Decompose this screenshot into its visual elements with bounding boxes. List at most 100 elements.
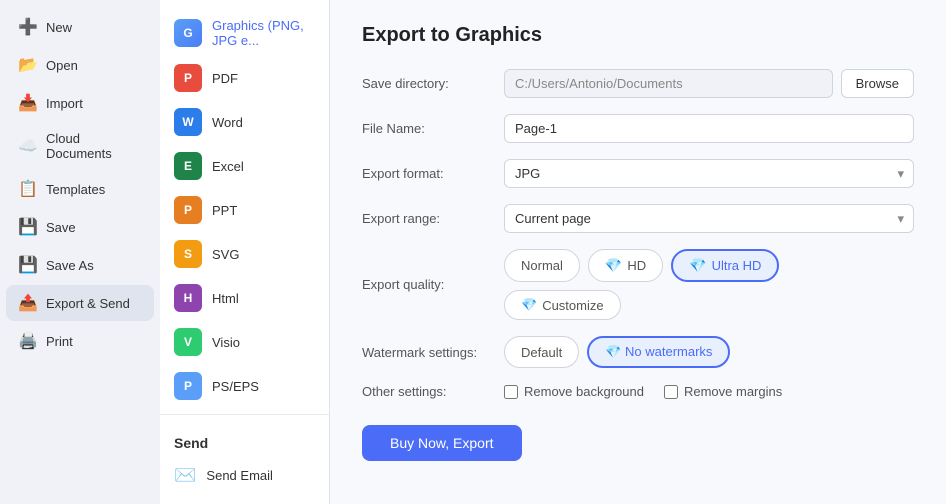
send-section-header: Send [160,421,329,457]
sidebar-item-print[interactable]: 🖨️ Print [6,323,154,359]
customize-button[interactable]: 💎 Customize [504,290,621,320]
quality-buttons: Normal 💎 HD 💎 Ultra HD [504,249,779,282]
format-item-ppt[interactable]: P PPT [160,188,329,232]
export-quality-label: Export quality: [362,277,492,292]
sidebar-label-print: Print [46,334,73,349]
file-name-label: File Name: [362,121,492,136]
email-icon: ✉️ [174,465,196,486]
ppt-format-icon: P [174,196,202,224]
cloud-icon: ☁️ [18,136,38,156]
customize-gem-icon: 💎 [521,297,537,313]
export-format-select[interactable]: JPG PNG BMP TIFF [504,159,914,188]
file-name-row: File Name: [362,114,914,143]
format-item-excel[interactable]: E Excel [160,144,329,188]
watermark-none-label: No watermarks [625,344,712,359]
file-name-input[interactable] [504,114,914,143]
sidebar-item-import[interactable]: 📥 Import [6,85,154,121]
buy-btn-container: Buy Now, Export [362,415,914,461]
hd-gem-icon: 💎 [605,257,622,274]
sidebar-label-saveas: Save As [46,258,94,273]
format-item-graphics[interactable]: G Graphics (PNG, JPG e... [160,10,329,56]
open-icon: 📂 [18,55,38,75]
sidebar-item-templates[interactable]: 📋 Templates [6,171,154,207]
watermark-row: Watermark settings: Default 💎 No waterma… [362,336,914,368]
save-directory-controls: Browse [504,69,914,98]
sidebar: ➕ New 📂 Open 📥 Import ☁️ Cloud Documents… [0,0,160,504]
visio-format-icon: V [174,328,202,356]
ultrahd-gem-icon: 💎 [689,257,706,274]
format-item-svg[interactable]: S SVG [160,232,329,276]
quality-ultrahd-button[interactable]: 💎 Ultra HD [671,249,779,282]
sidebar-label-templates: Templates [46,182,105,197]
ppt-label: PPT [212,203,237,218]
export-range-row: Export range: Current page All pages Cus… [362,204,914,233]
format-item-html[interactable]: H Html [160,276,329,320]
buy-now-export-button[interactable]: Buy Now, Export [362,425,522,461]
export-format-row: Export format: JPG PNG BMP TIFF [362,159,914,188]
send-item-email[interactable]: ✉️ Send Email [160,457,329,494]
word-format-icon: W [174,108,202,136]
pdf-format-icon: P [174,64,202,92]
visio-label: Visio [212,335,240,350]
page-title: Export to Graphics [362,24,914,47]
graphics-label: Graphics (PNG, JPG e... [212,18,315,48]
normal-label: Normal [521,258,563,273]
watermark-gem-icon: 💎 [605,344,621,359]
remove-margins-checkbox[interactable] [664,385,678,399]
format-item-visio[interactable]: V Visio [160,320,329,364]
html-label: Html [212,291,239,306]
excel-format-icon: E [174,152,202,180]
sidebar-item-save[interactable]: 💾 Save [6,209,154,245]
export-range-label: Export range: [362,211,492,226]
watermark-label: Watermark settings: [362,345,492,360]
sidebar-label-new: New [46,20,72,35]
format-item-ps[interactable]: P PS/EPS [160,364,329,408]
ps-format-icon: P [174,372,202,400]
export-quality-controls: Normal 💎 HD 💎 Ultra HD 💎 Customize [504,249,779,320]
sidebar-item-saveas[interactable]: 💾 Save As [6,247,154,283]
export-range-select[interactable]: Current page All pages Custom range [504,204,914,233]
watermark-default-label: Default [521,345,562,360]
remove-margins-label: Remove margins [684,384,782,399]
svg-format-icon: S [174,240,202,268]
browse-button[interactable]: Browse [841,69,914,98]
other-settings-row: Other settings: Remove background Remove… [362,384,914,399]
sidebar-item-open[interactable]: 📂 Open [6,47,154,83]
graphics-format-icon: G [174,19,202,47]
format-item-word[interactable]: W Word [160,100,329,144]
sidebar-item-export[interactable]: 📤 Export & Send [6,285,154,321]
format-item-pdf[interactable]: P PDF [160,56,329,100]
quality-normal-button[interactable]: Normal [504,249,580,282]
format-panel: G Graphics (PNG, JPG e... P PDF W Word E… [160,0,330,504]
sidebar-label-cloud: Cloud Documents [46,131,142,161]
export-icon: 📤 [18,293,38,313]
sidebar-item-new[interactable]: ➕ New [6,9,154,45]
save-directory-input[interactable] [504,69,833,98]
quality-hd-button[interactable]: 💎 HD [588,249,663,282]
html-format-icon: H [174,284,202,312]
hd-label: HD [627,258,646,273]
export-format-label: Export format: [362,166,492,181]
templates-icon: 📋 [18,179,38,199]
sidebar-item-cloud[interactable]: ☁️ Cloud Documents [6,123,154,169]
ultrahd-label: Ultra HD [712,258,762,273]
file-name-control [504,114,914,143]
customize-label: Customize [542,298,603,313]
sidebar-label-save: Save [46,220,76,235]
export-range-control: Current page All pages Custom range [504,204,914,233]
watermark-buttons: Default 💎 No watermarks [504,336,730,368]
pdf-label: PDF [212,71,238,86]
divider [160,414,329,415]
sidebar-label-open: Open [46,58,78,73]
watermark-none-button[interactable]: 💎 No watermarks [587,336,730,368]
watermark-default-button[interactable]: Default [504,336,579,368]
remove-background-checkbox[interactable] [504,385,518,399]
svg-label: SVG [212,247,239,262]
remove-background-checkbox-item[interactable]: Remove background [504,384,644,399]
remove-margins-checkbox-item[interactable]: Remove margins [664,384,782,399]
other-settings-label: Other settings: [362,384,492,399]
import-icon: 📥 [18,93,38,113]
remove-background-label: Remove background [524,384,644,399]
other-settings-controls: Remove background Remove margins [504,384,782,399]
sidebar-label-export: Export & Send [46,296,130,311]
